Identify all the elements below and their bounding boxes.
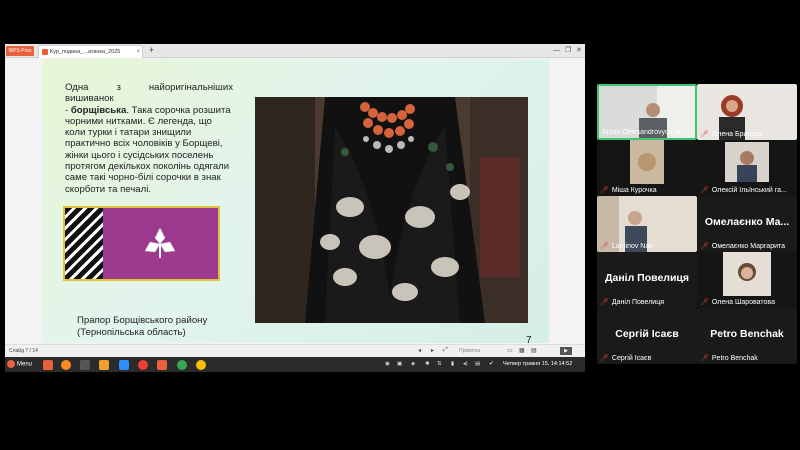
participant-tile[interactable]: 🎤︎ Олена Бригада: [697, 84, 797, 140]
text-line: жінки цього і сусідських поселень: [65, 149, 214, 161]
chrome-icon[interactable]: [196, 360, 206, 370]
participant-tile[interactable]: 🎤︎ Олексій Ільїнський га...: [697, 140, 797, 196]
muted-mic-icon: 🎤︎: [600, 355, 609, 362]
participant-display-name: Сергій Ісаєв: [615, 328, 679, 340]
chrome-icon[interactable]: [138, 360, 148, 370]
tab-close-icon[interactable]: ×: [136, 46, 140, 58]
muted-mic-icon: 🎤︎: [600, 187, 609, 194]
wps-icon[interactable]: [157, 360, 167, 370]
maximize-button[interactable]: ❐: [565, 45, 571, 57]
browser-tabbar: WPS Pres Кур_подина_...атанка_2025 × + —…: [5, 44, 585, 58]
volume-icon[interactable]: ◂): [463, 361, 468, 367]
participant-tile[interactable]: Сергій Ісаєв 🎤︎ Сергій Ісаєв: [597, 308, 697, 364]
participant-tile[interactable]: Даніл Повелиця 🎤︎ Даніл Повелиця: [597, 252, 697, 308]
tab-title: Кур_подина_...атанка_2025: [50, 49, 121, 55]
battery-icon[interactable]: ▮: [451, 361, 454, 367]
menu-label: Menu: [17, 361, 33, 368]
slide-sorter-icon[interactable]: ▦: [519, 347, 525, 354]
new-tab-button[interactable]: +: [149, 44, 154, 57]
caption-line: Прапор Борщівського району: [77, 315, 208, 326]
flag-caption: Прапор Борщівського району (Тернопільськ…: [77, 315, 207, 339]
flag-icon[interactable]: ▤: [475, 361, 480, 367]
text-line: скорботи та печалі.: [65, 183, 152, 195]
highlighted-word: борщівська: [70, 104, 127, 116]
fit-icon[interactable]: ⤢: [443, 347, 448, 354]
text-line: протягом декількох поколінь одягали: [65, 161, 230, 173]
tray-icon[interactable]: ◉: [385, 361, 390, 367]
presentation-statusbar: Слайд 7 / 14 ◂ ▸ ⤢ Примітка ▭ ▦ ▤ ▶: [5, 344, 585, 357]
text-line: Одна з найоригінальніших вишиванок: [65, 82, 233, 105]
participant-display-name: Даніл Повелиця: [605, 272, 689, 284]
presentation-icon: [42, 49, 48, 55]
slide: Одна з найоригінальніших вишиванок - бор…: [43, 59, 549, 343]
firefox-icon[interactable]: [61, 360, 71, 370]
participant-name: 🎤︎ Сергій Ісаєв: [600, 355, 652, 362]
muted-mic-icon: 🎤︎: [700, 355, 709, 362]
muted-mic-icon: 🎤︎: [700, 243, 709, 250]
play-slideshow-icon[interactable]: ▶: [560, 347, 572, 355]
files-icon[interactable]: [43, 360, 53, 370]
participant-name: 🎤︎ Lantinov Nan: [600, 243, 654, 250]
participant-name: 🎤︎ Petro Benchak: [700, 355, 758, 362]
text-line: саме такі чорно-білі сорочки в знак: [65, 172, 221, 184]
menu-button[interactable]: Menu: [7, 360, 32, 368]
text-line: практично всіх чоловіків у Борщеві,: [65, 138, 223, 150]
trefoil-emblem-icon: [144, 227, 176, 258]
slide-area: Одна з найоригінальніших вишиванок - бор…: [5, 58, 585, 344]
borshchiv-flag-image: [63, 206, 220, 281]
next-slide-icon[interactable]: ▸: [431, 347, 434, 354]
zoom-icon[interactable]: [119, 360, 129, 370]
participant-tile[interactable]: 🎤︎ Міша Курочка: [597, 140, 697, 196]
participant-name: Anton Oleksandrovych M...: [602, 129, 687, 136]
document-tab[interactable]: Кур_подина_...атанка_2025 ×: [38, 45, 143, 58]
reading-view-icon[interactable]: ▤: [531, 347, 537, 354]
participant-name: 🎤︎ Олексій Ільїнський га...: [700, 187, 787, 194]
caption-line: (Тернопільська область): [77, 327, 186, 338]
notes-button[interactable]: Примітка: [459, 348, 480, 354]
shared-screen: WPS Pres Кур_подина_...атанка_2025 × + —…: [5, 44, 585, 372]
participant-name: 🎤︎ Олена Бригада: [700, 131, 762, 138]
slide-counter: Слайд 7 / 14: [9, 348, 38, 354]
minimize-button[interactable]: —: [553, 45, 560, 57]
taskbar: Menu ◉ ▣ ◈ ✱ ⇅ ▮ ◂) ▤ ✔ Четвер травня 15…: [5, 357, 585, 372]
network-icon[interactable]: ⇅: [437, 361, 442, 367]
muted-mic-icon: 🎤︎: [600, 243, 609, 250]
participant-name: 🎤︎ Міша Курочка: [600, 187, 657, 194]
text-line: чорними нитками. Є легенда, що: [65, 115, 212, 127]
terminal-icon[interactable]: [80, 360, 90, 370]
participant-tile[interactable]: Омелаєнко Ма... 🎤︎ Омелаєнко Маргарита: [697, 196, 797, 252]
update-icon[interactable]: ✔: [489, 361, 494, 367]
muted-mic-icon: 🎤︎: [700, 299, 709, 306]
participant-tile[interactable]: Petro Benchak 🎤︎ Petro Benchak: [697, 308, 797, 364]
slide-page-number: 7: [526, 335, 532, 343]
prev-slide-icon[interactable]: ◂: [418, 347, 421, 354]
participant-name: 🎤︎ Олена Шароватова: [700, 299, 775, 306]
text-line: коли турки і татари знищили: [65, 127, 192, 139]
close-window-button[interactable]: ✕: [576, 45, 582, 57]
participant-display-name: Petro Benchak: [710, 328, 784, 340]
clock: Четвер травня 15, 14:14:52: [503, 361, 573, 367]
menu-icon: [7, 360, 15, 368]
participant-name: 🎤︎ Даніл Повелиця: [600, 299, 664, 306]
participant-tile[interactable]: 🎤︎ Олена Шароватова: [697, 252, 797, 308]
chrome-icon[interactable]: [177, 360, 187, 370]
tray-icon[interactable]: ◈: [411, 361, 415, 367]
embroidered-shirt-photo: [255, 97, 528, 323]
flag-stripes: [65, 208, 103, 279]
participant-name: 🎤︎ Омелаєнко Маргарита: [700, 243, 786, 250]
zoom-tray-icon[interactable]: ▣: [397, 361, 402, 367]
muted-mic-icon: 🎤︎: [700, 187, 709, 194]
participant-display-name: Омелаєнко Ма...: [704, 216, 790, 228]
folder-icon[interactable]: [99, 360, 109, 370]
bluetooth-icon[interactable]: ✱: [425, 361, 430, 367]
slide-body-text: Одна з найоригінальніших вишиванок - бор…: [65, 82, 233, 195]
app-badge[interactable]: WPS Pres: [6, 46, 34, 56]
participant-tile[interactable]: 🎤︎ Lantinov Nan: [597, 196, 697, 252]
normal-view-icon[interactable]: ▭: [507, 347, 513, 354]
participant-tile[interactable]: Anton Oleksandrovych M...: [597, 84, 697, 140]
muted-mic-icon: 🎤︎: [600, 299, 609, 306]
muted-mic-icon: 🎤︎: [700, 131, 709, 138]
text-line: - борщівська. Така сорочка розшита: [65, 104, 231, 116]
